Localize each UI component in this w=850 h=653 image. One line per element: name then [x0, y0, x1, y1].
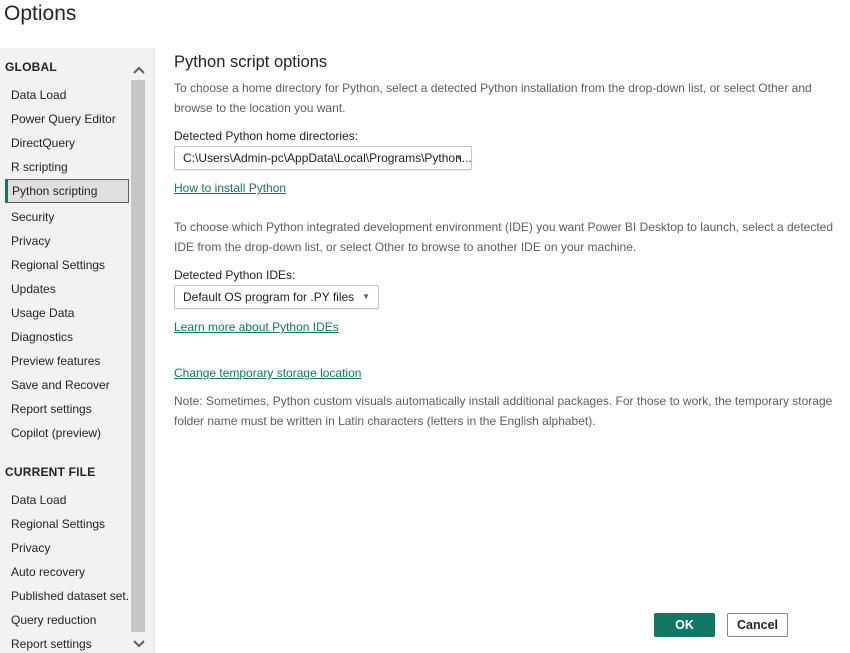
sidebar-item-diagnostics[interactable]: Diagnostics: [5, 325, 129, 349]
sidebar-item-security[interactable]: Security: [5, 205, 129, 229]
sidebar-item-cf-data-load[interactable]: Data Load: [5, 488, 129, 512]
sidebar-scrollbar[interactable]: [130, 48, 147, 653]
change-temp-storage-link[interactable]: Change temporary storage location: [174, 366, 361, 380]
home-directory-description: To choose a home directory for Python, s…: [174, 81, 812, 115]
sidebar-item-save-and-recover[interactable]: Save and Recover: [5, 373, 129, 397]
sidebar-item-regional-settings[interactable]: Regional Settings: [5, 253, 129, 277]
sidebar-item-python-scripting[interactable]: Python scripting: [5, 179, 129, 203]
learn-more-python-ides-link[interactable]: Learn more about Python IDEs: [174, 320, 339, 334]
scrollbar-thumb[interactable]: [131, 80, 145, 632]
sidebar-item-preview-features[interactable]: Preview features: [5, 349, 129, 373]
sidebar-item-privacy[interactable]: Privacy: [5, 229, 129, 253]
sidebar-item-power-query-editor[interactable]: Power Query Editor: [5, 107, 129, 131]
section-header-global: GLOBAL: [5, 60, 57, 74]
cancel-button[interactable]: Cancel: [727, 613, 788, 637]
dialog-title: Options: [4, 2, 77, 25]
ide-label: Detected Python IDEs:: [174, 268, 296, 282]
sidebar-item-report-settings[interactable]: Report settings: [5, 397, 129, 421]
chevron-down-icon[interactable]: [130, 636, 147, 652]
sidebar-item-cf-report-settings[interactable]: Report settings: [5, 632, 129, 653]
sidebar-item-usage-data[interactable]: Usage Data: [5, 301, 129, 325]
home-directory-value: C:\Users\Admin-pc\AppData\Local\Programs…: [183, 151, 472, 165]
sidebar-item-cf-query-reduction[interactable]: Query reduction: [5, 608, 129, 632]
sidebar-item-copilot-preview[interactable]: Copilot (preview): [5, 421, 129, 445]
sidebar-item-updates[interactable]: Updates: [5, 277, 129, 301]
sidebar-item-cf-regional-settings[interactable]: Regional Settings: [5, 512, 129, 536]
ok-button[interactable]: OK: [654, 613, 715, 637]
how-to-install-python-link[interactable]: How to install Python: [174, 181, 286, 195]
sidebar-item-cf-privacy[interactable]: Privacy: [5, 536, 129, 560]
sidebar-item-cf-published-dataset-settings[interactable]: Published dataset set...: [5, 584, 129, 608]
section-header-current-file: CURRENT FILE: [5, 465, 96, 479]
home-directory-label: Detected Python home directories:: [174, 129, 359, 143]
sidebar-item-directquery[interactable]: DirectQuery: [5, 131, 129, 155]
page-title: Python script options: [174, 53, 328, 71]
sidebar-item-cf-auto-recovery[interactable]: Auto recovery: [5, 560, 129, 584]
ide-description: To choose which Python integrated develo…: [174, 220, 834, 254]
sidebar-item-r-scripting[interactable]: R scripting: [5, 155, 129, 179]
sidebar-item-data-load[interactable]: Data Load: [5, 83, 129, 107]
caret-down-icon: ▼: [362, 292, 370, 301]
home-directory-dropdown[interactable]: C:\Users\Admin-pc\AppData\Local\Programs…: [174, 146, 472, 170]
chevron-up-icon[interactable]: [130, 62, 147, 78]
ide-dropdown[interactable]: Default OS program for .PY files ▼: [174, 285, 379, 309]
storage-note: Note: Sometimes, Python custom visuals a…: [174, 394, 833, 428]
caret-down-icon: ▼: [455, 153, 463, 162]
ide-value: Default OS program for .PY files: [183, 290, 355, 304]
